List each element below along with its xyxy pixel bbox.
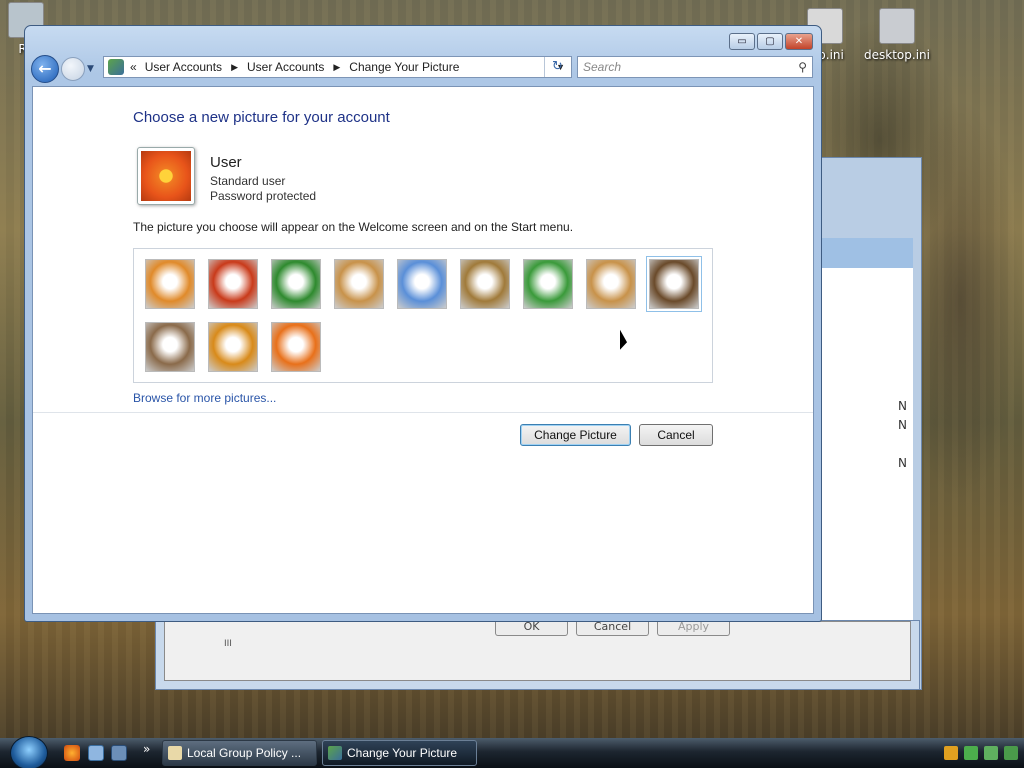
update-icon[interactable] [1004,746,1018,760]
mouse-cursor-icon [620,329,627,353]
taskbar-item-local-group-policy[interactable]: Local Group Policy ... [162,740,317,766]
firefox-icon[interactable] [64,745,80,761]
breadcrumb-arrow-icon[interactable]: ▶ [333,62,340,73]
taskbar-item-label: Change Your Picture [347,746,458,760]
minimize-button[interactable]: ▭ [729,33,755,50]
picture-bonsai[interactable] [460,259,510,309]
group-policy-icon [168,746,182,760]
desktop-icon-label: desktop.ini [864,48,930,62]
taskbar: » Local Group Policy ... Change Your Pic… [0,736,1024,768]
show-desktop-icon[interactable] [88,745,104,761]
network-icon[interactable] [964,746,978,760]
divider [33,412,813,413]
flower-picture-icon [141,151,191,201]
side-letter: N [898,456,907,470]
background-apply-button[interactable]: Apply [657,620,730,636]
picture-bass-clef[interactable] [145,259,195,309]
refresh-button[interactable]: ↻ [544,57,570,77]
breadcrumb-item[interactable]: Change Your Picture [349,60,459,74]
picture-leaf[interactable] [271,259,321,309]
system-tray [944,746,1018,760]
picture-sparkles[interactable] [208,322,258,372]
recent-pages-dropdown-icon[interactable]: ▼ [87,64,94,74]
change-picture-window[interactable]: ▭ ▢ ✕ ← ▼ « User Accounts ▶ User Account… [24,25,822,622]
user-accounts-icon [328,746,342,760]
address-bar[interactable]: « User Accounts ▶ User Accounts ▶ Change… [103,56,572,78]
caption-buttons: ▭ ▢ ✕ [729,33,813,50]
side-letter: N [898,399,907,413]
search-icon[interactable]: ⚲ [798,60,807,74]
background-ok-button[interactable]: OK [495,620,568,636]
user-password-status: Password protected [210,189,317,203]
switch-windows-icon[interactable] [111,745,127,761]
maximize-button[interactable]: ▢ [757,33,783,50]
breadcrumb-item[interactable]: User Accounts [145,60,222,74]
current-picture [137,147,195,205]
user-name: User [210,154,242,171]
picture-chess[interactable] [646,256,702,312]
picture-description: The picture you choose will appear on th… [133,220,574,234]
scroll-grip: III [224,639,232,649]
back-button[interactable]: ← [31,55,59,83]
cancel-button[interactable]: Cancel [639,424,713,446]
browse-more-pictures-link[interactable]: Browse for more pictures... [133,391,276,405]
user-account-type: Standard user [210,174,286,188]
background-window[interactable]: N N N [822,157,922,690]
taskbar-item-change-picture[interactable]: Change Your Picture [322,740,477,766]
change-picture-button[interactable]: Change Picture [520,424,631,446]
quick-launch-overflow-icon[interactable]: » [143,742,150,756]
back-arrow-icon: ← [38,59,52,78]
breadcrumb-arrow-icon[interactable]: ▶ [231,62,238,73]
user-icon[interactable] [984,746,998,760]
start-button[interactable] [10,736,48,768]
picture-dog[interactable] [586,259,636,309]
navigation-buttons: ← ▼ [31,55,94,83]
background-cancel-button[interactable]: Cancel [576,620,649,636]
desktop-icon-desktop-ini[interactable]: desktop.ini [863,8,931,62]
settings-file-icon [879,8,915,44]
refresh-icon: ↻ [552,59,563,74]
picture-gallery [133,248,713,383]
picture-goldfish[interactable] [397,259,447,309]
picture-robot[interactable] [334,259,384,309]
content-pane: Choose a new picture for your account Us… [32,86,814,614]
taskbar-item-label: Local Group Policy ... [187,746,302,760]
search-input[interactable]: Search ⚲ [577,56,813,78]
picture-kitten[interactable] [145,322,195,372]
security-shield-icon[interactable] [944,746,958,760]
picture-soccer-ball[interactable] [523,259,573,309]
picture-starfish[interactable] [208,259,258,309]
side-letter: N [898,418,907,432]
page-title: Choose a new picture for your account [133,109,390,126]
user-accounts-icon [108,59,124,75]
close-button[interactable]: ✕ [785,33,813,50]
search-placeholder: Search [583,60,622,74]
picture-flower[interactable] [271,322,321,372]
breadcrumb-prefix[interactable]: « [130,60,137,74]
forward-button[interactable] [61,57,85,81]
breadcrumb-item[interactable]: User Accounts [247,60,324,74]
